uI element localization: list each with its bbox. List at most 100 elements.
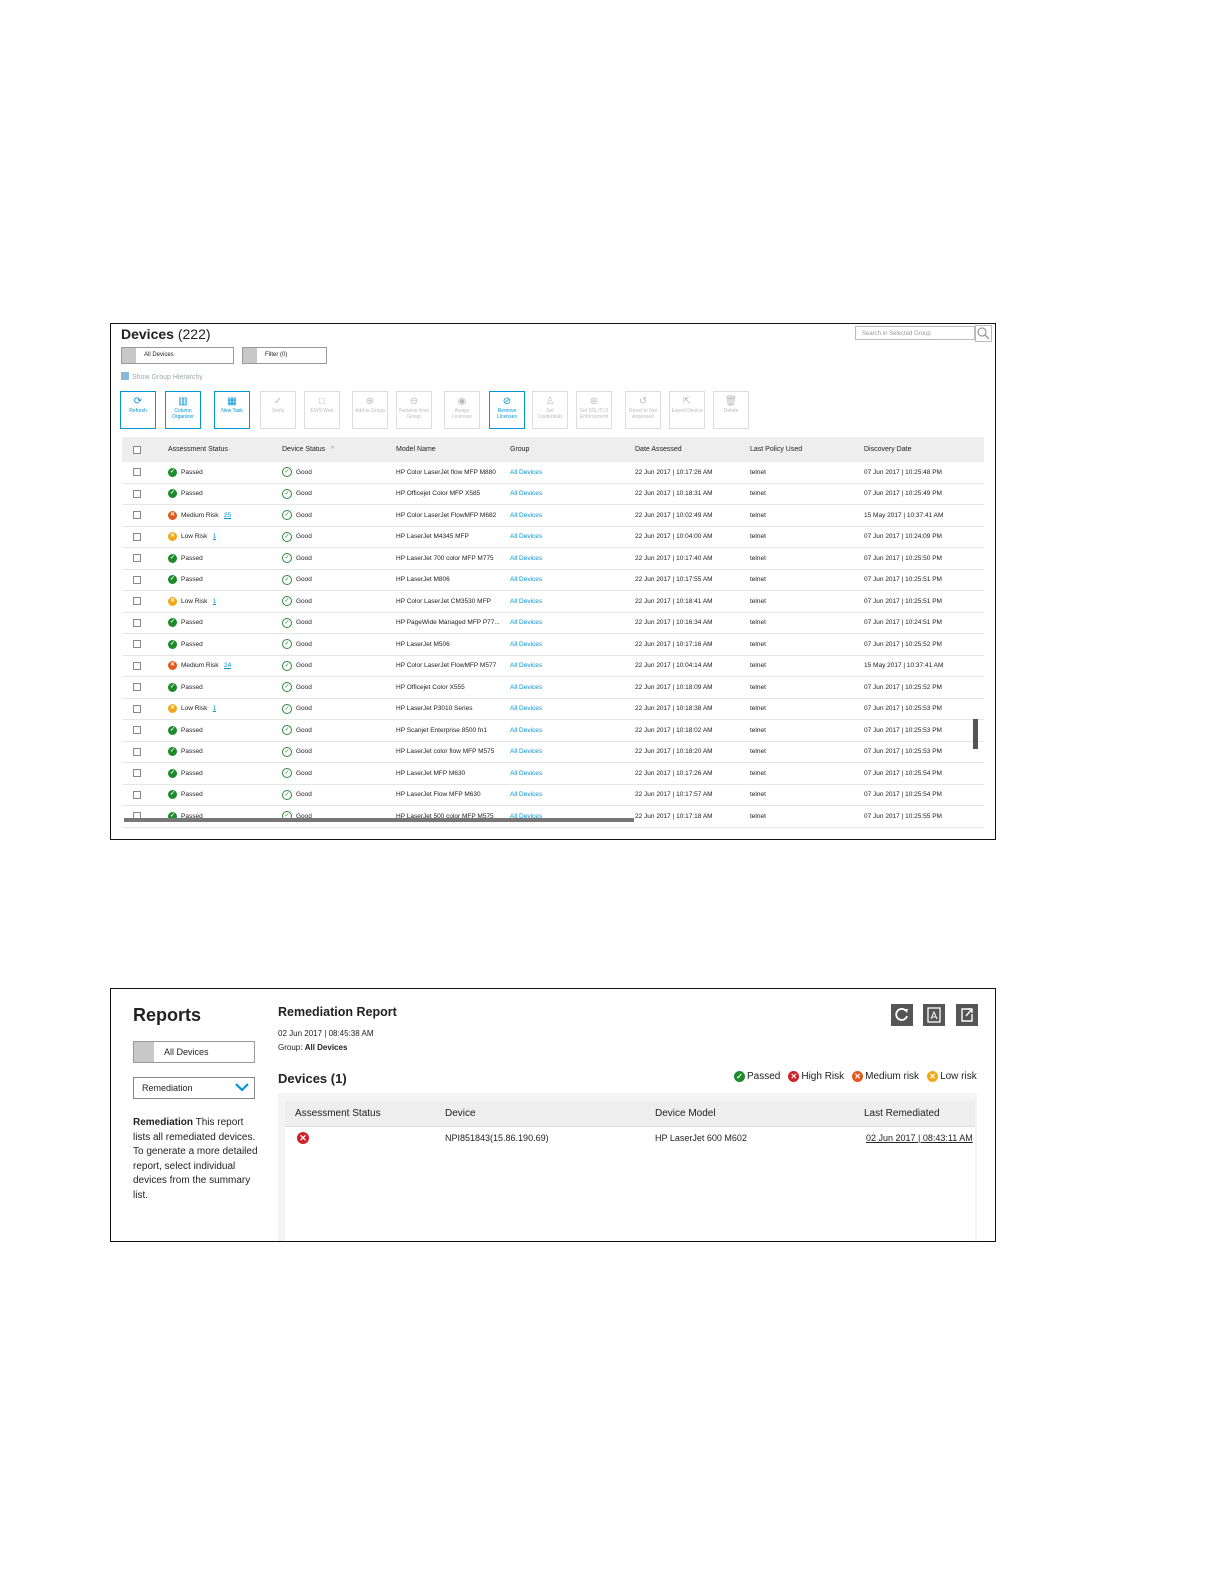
table-row[interactable]: ✓ Passed ✓ Good HP LaserJet 700 color MFP M7… <box>122 548 984 570</box>
column-header[interactable]: Device Model <box>655 1101 716 1126</box>
group-link[interactable]: All Devices <box>510 699 542 720</box>
row-checkbox[interactable] <box>133 468 141 477</box>
column-header[interactable]: Date Assessed <box>635 437 682 462</box>
row-checkbox[interactable] <box>133 769 141 778</box>
model-name: HP LaserJet P3010 Series <box>396 705 473 713</box>
toolbar-button-ssl[interactable]: ⊛ Set SSL/TLS Enforcement <box>576 391 612 429</box>
group-link[interactable]: All Devices <box>510 742 542 763</box>
column-header[interactable]: Group <box>510 437 529 462</box>
table-row[interactable]: ✕ NPI851843(15.86.190.69) HP LaserJet 600 … <box>285 1127 975 1149</box>
issue-count-link[interactable]: 1 <box>213 598 217 605</box>
group-link[interactable]: All Devices <box>510 806 542 827</box>
row-checkbox[interactable] <box>133 511 141 520</box>
group-link[interactable]: All Devices <box>510 613 542 634</box>
group-link[interactable]: All Devices <box>510 484 542 505</box>
column-header[interactable]: Assessment Status <box>295 1101 381 1126</box>
column-header[interactable]: Device Status ^ <box>282 437 334 462</box>
search-input[interactable]: Search in Selected Group <box>855 326 975 340</box>
toolbar-button-verify[interactable]: ✓ Verify <box>260 391 296 429</box>
issue-count-link[interactable]: 24 <box>224 662 231 669</box>
column-header[interactable]: Device <box>445 1101 476 1126</box>
column-header[interactable]: Last Remediated <box>864 1101 940 1126</box>
row-checkbox[interactable] <box>133 575 141 584</box>
table-row[interactable]: ✕ Low Risk 1 ✓ Good HP Color LaserJet CM3530… <box>122 591 984 613</box>
group-link[interactable]: All Devices <box>510 505 542 526</box>
report-type-select[interactable]: Remediation <box>133 1077 255 1099</box>
toolbar-button-credentials[interactable]: ♙ Set Credentials <box>532 391 568 429</box>
horizontal-scrollbar[interactable] <box>124 818 634 822</box>
toolbar-button-delete[interactable]: 🗑 Delete <box>713 391 749 429</box>
columns-icon: ▥ <box>178 396 188 407</box>
row-checkbox[interactable] <box>133 640 141 649</box>
group-link[interactable]: All Devices <box>510 570 542 591</box>
table-row[interactable]: ✕ Medium Risk 24 ✓ Good HP Color LaserJet Fl… <box>122 655 984 677</box>
group-link[interactable]: All Devices <box>510 527 542 548</box>
issue-count-link[interactable]: 1 <box>213 533 217 540</box>
group-dropdown[interactable]: All Devices <box>121 347 234 364</box>
group-link[interactable]: All Devices <box>510 763 542 784</box>
filter-dropdown[interactable]: Filter (0) <box>242 347 327 364</box>
table-row[interactable]: ✓ Passed ✓ Good HP Officejet Color MFP X585 A… <box>122 483 984 505</box>
row-checkbox[interactable] <box>133 683 141 692</box>
table-row[interactable]: ✓ Passed ✓ Good HP Scanjet Enterprise 8500 f… <box>122 720 984 742</box>
good-check-icon: ✓ <box>282 746 292 757</box>
column-header[interactable]: Last Policy Used <box>750 437 802 462</box>
row-checkbox[interactable] <box>133 489 141 498</box>
column-header[interactable]: Model Name <box>396 437 436 462</box>
table-row[interactable]: ✓ Passed ✓ Good HP LaserJet M806 All Devices 2… <box>122 569 984 591</box>
row-checkbox[interactable] <box>133 726 141 735</box>
group-link[interactable]: All Devices <box>510 785 542 806</box>
table-row[interactable]: ✓ Passed ✓ Good HP LaserJet Flow MFP M630 All… <box>122 784 984 806</box>
report-refresh-button[interactable] <box>891 1004 913 1026</box>
row-checkbox[interactable] <box>133 618 141 627</box>
report-export-button[interactable] <box>956 1004 978 1026</box>
table-row[interactable]: ✕ Low Risk 1 ✓ Good HP LaserJet M4345 MFP All… <box>122 526 984 548</box>
show-group-hierarchy-checkbox[interactable]: Show Group Hierarchy <box>121 372 203 381</box>
toolbar-button-new-task[interactable]: ▦ New Task <box>214 391 250 429</box>
table-row[interactable]: ✓ Passed ✓ Good HP LaserJet 500 color MFP M5… <box>122 806 984 828</box>
group-link[interactable]: All Devices <box>510 548 542 569</box>
row-checkbox[interactable] <box>133 532 141 541</box>
table-row[interactable]: ✓ Passed ✓ Good HP LaserJet MFP M630 All Devi… <box>122 763 984 785</box>
table-row[interactable]: ✓ Passed ✓ Good HP Color LaserJet flow MFP M… <box>122 462 984 484</box>
toolbar-button-add-group[interactable]: ⊕ Add to Group <box>352 391 388 429</box>
report-group-dropdown[interactable]: All Devices <box>133 1041 255 1063</box>
row-checkbox[interactable] <box>133 790 141 799</box>
issue-count-link[interactable]: 1 <box>213 705 217 712</box>
search-icon[interactable] <box>975 325 992 342</box>
toolbar-button-assign-license[interactable]: ◉ Assign Licenses <box>444 391 480 429</box>
report-pdf-button[interactable] <box>923 1004 945 1026</box>
model-name: HP Scanjet Enterprise 8500 fn1 <box>396 726 487 734</box>
toolbar-button-refresh[interactable]: ⟳ Refresh <box>120 391 156 429</box>
last-remediated-link[interactable]: 02 Jun 2017 | 08:43:11 AM <box>866 1127 973 1149</box>
toolbar-button-columns[interactable]: ▥ Column Organizer <box>165 391 201 429</box>
toolbar-button-ews-web[interactable]: □ EWS Web <box>304 391 340 429</box>
vertical-scrollbar[interactable] <box>973 719 978 749</box>
toolbar-button-export[interactable]: ⇱ Export Device <box>669 391 705 429</box>
row-checkbox[interactable] <box>133 704 141 713</box>
group-link[interactable]: All Devices <box>510 720 542 741</box>
table-row[interactable]: ✕ Low Risk 1 ✓ Good HP LaserJet P3010 Series… <box>122 698 984 720</box>
table-row[interactable]: ✕ Medium Risk 25 ✓ Good HP Color LaserJet Fl… <box>122 505 984 527</box>
row-checkbox[interactable] <box>133 554 141 563</box>
column-header[interactable]: Discovery Date <box>864 437 911 462</box>
toolbar-button-label: Remove from Group <box>398 408 429 420</box>
group-link[interactable]: All Devices <box>510 656 542 677</box>
group-link[interactable]: All Devices <box>510 462 542 483</box>
table-row[interactable]: ✓ Passed ✓ Good HP LaserJet M506 All Devices 2… <box>122 634 984 656</box>
table-row[interactable]: ✓ Passed ✓ Good HP Officejet Color X555 All D… <box>122 677 984 699</box>
group-link[interactable]: All Devices <box>510 634 542 655</box>
row-checkbox[interactable] <box>133 661 141 670</box>
group-link[interactable]: All Devices <box>510 677 542 698</box>
column-header[interactable]: Assessment Status <box>168 437 228 462</box>
toolbar-button-reset[interactable]: ↺ Reset to Not Assessed <box>625 391 661 429</box>
row-checkbox[interactable] <box>133 747 141 756</box>
table-row[interactable]: ✓ Passed ✓ Good HP LaserJet color flow MFP M… <box>122 741 984 763</box>
table-row[interactable]: ✓ Passed ✓ Good HP PageWide Managed MFP P77.… <box>122 612 984 634</box>
select-all-checkbox[interactable] <box>133 445 141 454</box>
toolbar-button-remove-license[interactable]: ⊘ Remove Licenses <box>489 391 525 429</box>
issue-count-link[interactable]: 25 <box>224 512 231 519</box>
group-link[interactable]: All Devices <box>510 591 542 612</box>
toolbar-button-remove-group[interactable]: ⊖ Remove from Group <box>396 391 432 429</box>
row-checkbox[interactable] <box>133 597 141 606</box>
